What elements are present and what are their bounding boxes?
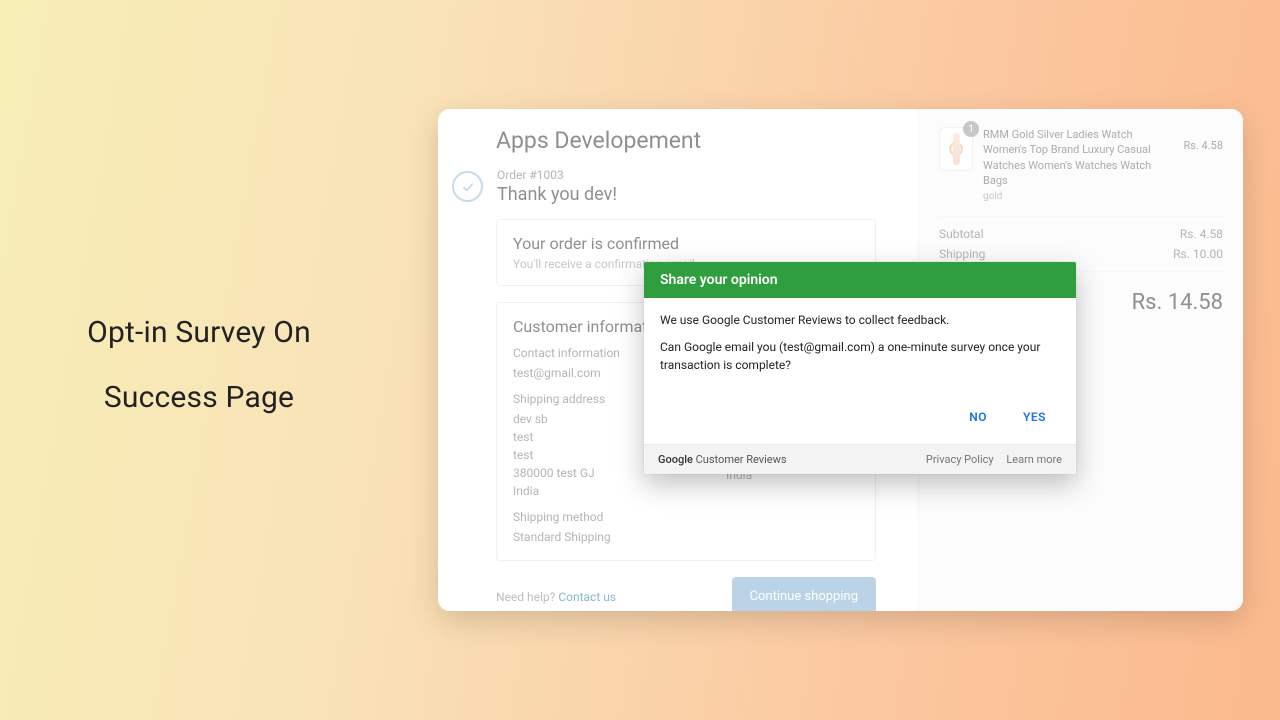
need-help-label: Need help? <box>496 590 558 604</box>
shipping-method: Standard Shipping <box>513 528 859 546</box>
shipping-line: Shipping Rs. 10.00 <box>939 247 1223 261</box>
opt-in-survey-dialog: Share your opinion We use Google Custome… <box>644 262 1076 474</box>
ship-addr-line: India <box>513 482 646 500</box>
subtotal-label: Subtotal <box>939 227 984 241</box>
dialog-footer: Google Customer Reviews Privacy Policy L… <box>644 444 1076 474</box>
shipping-label: Shipping <box>939 247 985 261</box>
ship-addr-line: test <box>513 446 646 464</box>
caption-line-2: Success Page <box>54 375 344 422</box>
shipping-address-label: Shipping address <box>513 392 646 406</box>
store-name: Apps Developement <box>496 127 894 154</box>
shipping-value: Rs. 10.00 <box>1173 247 1223 261</box>
brand-customer-reviews: Customer Reviews <box>693 453 787 466</box>
dialog-footer-links: Privacy Policy Learn more <box>916 453 1062 466</box>
dialog-text-2: Can Google email you (test@gmail.com) a … <box>660 339 1060 374</box>
order-number: Order #1003 <box>497 168 617 182</box>
learn-more-link[interactable]: Learn more <box>1006 453 1062 466</box>
subtotal-value: Rs. 4.58 <box>1180 227 1223 241</box>
cart-item-thumbnail: 1 <box>939 127 973 171</box>
dialog-title: Share your opinion <box>644 262 1076 298</box>
dialog-actions: NO YES <box>644 398 1076 444</box>
ship-addr-line: test <box>513 428 646 446</box>
need-help-text: Need help? Contact us <box>496 590 616 604</box>
ship-addr-line: dev sb <box>513 410 646 428</box>
brand-google: Google <box>658 453 693 466</box>
cart-item-price: Rs. 4.58 <box>1183 139 1223 152</box>
confirmed-title: Your order is confirmed <box>513 234 859 253</box>
cart-item-qty-badge: 1 <box>963 121 979 137</box>
cart-item-name: RMM Gold Silver Ladies Watch Women's Top… <box>983 127 1173 189</box>
subtotal-line: Subtotal Rs. 4.58 <box>939 227 1223 241</box>
promo-caption: Opt-in Survey On Success Page <box>54 310 344 421</box>
thanks-message: Thank you dev! <box>497 184 617 205</box>
continue-shopping-button[interactable]: Continue shopping <box>732 577 876 611</box>
footer-row: Need help? Contact us Continue shopping <box>496 577 876 611</box>
privacy-policy-link[interactable]: Privacy Policy <box>926 453 994 466</box>
success-check-icon <box>452 171 483 202</box>
total-value: Rs. 14.58 <box>1132 290 1223 315</box>
dialog-text-1: We use Google Customer Reviews to collec… <box>660 312 1060 329</box>
caption-line-1: Opt-in Survey On <box>54 310 344 357</box>
no-button[interactable]: NO <box>953 402 1003 432</box>
cart-item-row: 1 RMM Gold Silver Ladies Watch Women's T… <box>939 127 1223 202</box>
contact-us-link[interactable]: Contact us <box>558 590 616 604</box>
thanks-row: Order #1003 Thank you dev! <box>496 168 894 205</box>
dialog-body: We use Google Customer Reviews to collec… <box>644 298 1076 398</box>
google-customer-reviews-brand: Google Customer Reviews <box>658 453 787 466</box>
yes-button[interactable]: YES <box>1007 402 1062 432</box>
cart-item-variant: gold <box>983 191 1173 202</box>
shipping-method-label: Shipping method <box>513 510 859 524</box>
ship-addr-line: 380000 test GJ <box>513 464 646 482</box>
